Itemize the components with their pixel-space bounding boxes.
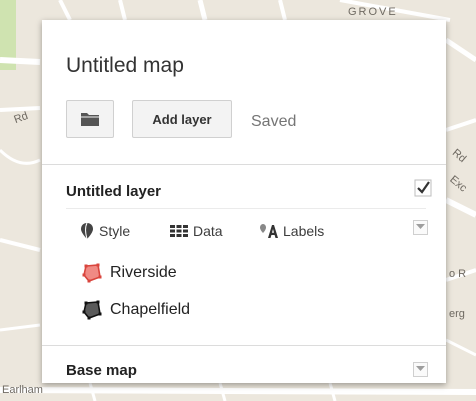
feature-name: Riverside xyxy=(110,264,177,281)
base-map-dropdown[interactable] xyxy=(413,362,428,377)
layer-options-dropdown[interactable] xyxy=(413,220,428,235)
paint-bucket-icon xyxy=(81,222,93,240)
checkmark-icon xyxy=(414,179,432,197)
layer-header-divider xyxy=(66,208,426,209)
labels-tool[interactable]: Labels xyxy=(260,220,324,242)
map-label-earlham: Earlham xyxy=(2,384,43,396)
polygon-icon xyxy=(82,300,102,320)
map-label-road-right-4: erg xyxy=(449,308,465,320)
layer-title[interactable]: Untitled layer xyxy=(66,183,161,200)
style-label: Style xyxy=(99,223,131,239)
data-label: Data xyxy=(193,223,223,239)
style-tool[interactable]: Style xyxy=(80,220,130,242)
divider xyxy=(42,345,446,346)
layer-visibility-checkbox[interactable] xyxy=(414,179,432,197)
feature-chapelfield[interactable]: Chapelfield xyxy=(82,298,190,322)
data-tool[interactable]: Data xyxy=(170,220,223,242)
save-status: Saved xyxy=(251,113,297,130)
chevron-down-icon xyxy=(416,366,425,371)
divider xyxy=(42,164,446,165)
feature-riverside[interactable]: Riverside xyxy=(82,261,177,285)
label-a-icon xyxy=(260,224,278,238)
labels-label: Labels xyxy=(283,223,325,239)
folder-icon xyxy=(81,113,99,126)
map-label-road-right-3: o R xyxy=(449,268,467,280)
open-map-button[interactable] xyxy=(66,100,114,138)
table-grid-icon xyxy=(170,225,188,237)
map-label-grove: GROVE xyxy=(348,6,398,18)
polygon-icon xyxy=(82,263,102,283)
base-map-title[interactable]: Base map xyxy=(66,362,137,379)
feature-name: Chapelfield xyxy=(110,301,191,318)
map-title[interactable]: Untitled map xyxy=(66,54,184,78)
chevron-down-icon xyxy=(416,224,425,229)
add-layer-button[interactable]: Add layer xyxy=(132,100,232,138)
map-editor-panel: Untitled map Add layer Saved Untitled la… xyxy=(42,20,446,383)
